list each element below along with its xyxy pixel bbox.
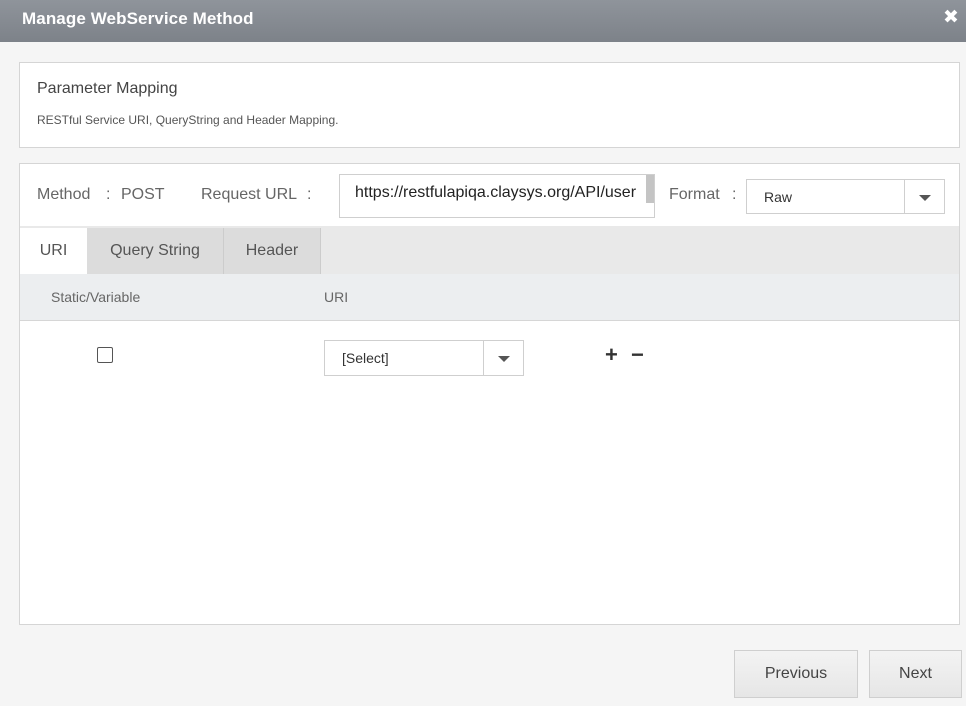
previous-button[interactable]: Previous	[734, 650, 858, 698]
uri-select-value: [Select]	[342, 350, 389, 366]
request-url-scrollbar[interactable]	[646, 175, 654, 203]
add-row-icon[interactable]: +	[605, 344, 618, 366]
tab-bar: URI Query String Header	[20, 226, 959, 274]
dialog-title: Manage WebService Method	[22, 9, 254, 28]
info-panel: Parameter Mapping RESTful Service URI, Q…	[19, 62, 960, 148]
tab-uri[interactable]: URI	[20, 228, 87, 274]
remove-row-icon[interactable]: −	[631, 344, 644, 366]
chevron-down-icon[interactable]	[483, 341, 523, 375]
next-button[interactable]: Next	[869, 650, 962, 698]
request-url-value: https://restfulapiqa.claysys.org/API/use…	[355, 184, 637, 201]
format-select[interactable]: Raw	[746, 179, 945, 214]
method-value: POST	[121, 186, 165, 203]
tab-query-string[interactable]: Query String	[87, 228, 224, 274]
chevron-down-icon[interactable]	[904, 180, 944, 213]
column-header-static-variable: Static/Variable	[51, 289, 141, 305]
tab-header[interactable]: Header	[224, 228, 321, 274]
info-description: RESTful Service URI, QueryString and Hea…	[37, 113, 339, 127]
grid-header: Static/Variable URI	[20, 274, 959, 321]
format-separator: :	[732, 186, 737, 203]
request-url-field[interactable]: https://restfulapiqa.claysys.org/API/use…	[339, 174, 655, 218]
format-label: Format	[669, 186, 720, 203]
close-icon[interactable]: ✖	[941, 8, 961, 28]
uri-select[interactable]: [Select]	[324, 340, 524, 376]
column-header-uri: URI	[324, 289, 349, 305]
mapping-panel: Method : POST Request URL : https://rest…	[19, 163, 960, 625]
method-label: Method	[37, 186, 91, 203]
static-variable-checkbox[interactable]	[97, 347, 113, 363]
dialog-titlebar: Manage WebService Method ✖	[0, 0, 966, 42]
method-separator: :	[106, 186, 111, 203]
request-url-separator: :	[307, 186, 312, 203]
request-url-label: Request URL	[201, 186, 298, 203]
format-select-value: Raw	[764, 188, 793, 205]
info-heading: Parameter Mapping	[37, 80, 178, 97]
